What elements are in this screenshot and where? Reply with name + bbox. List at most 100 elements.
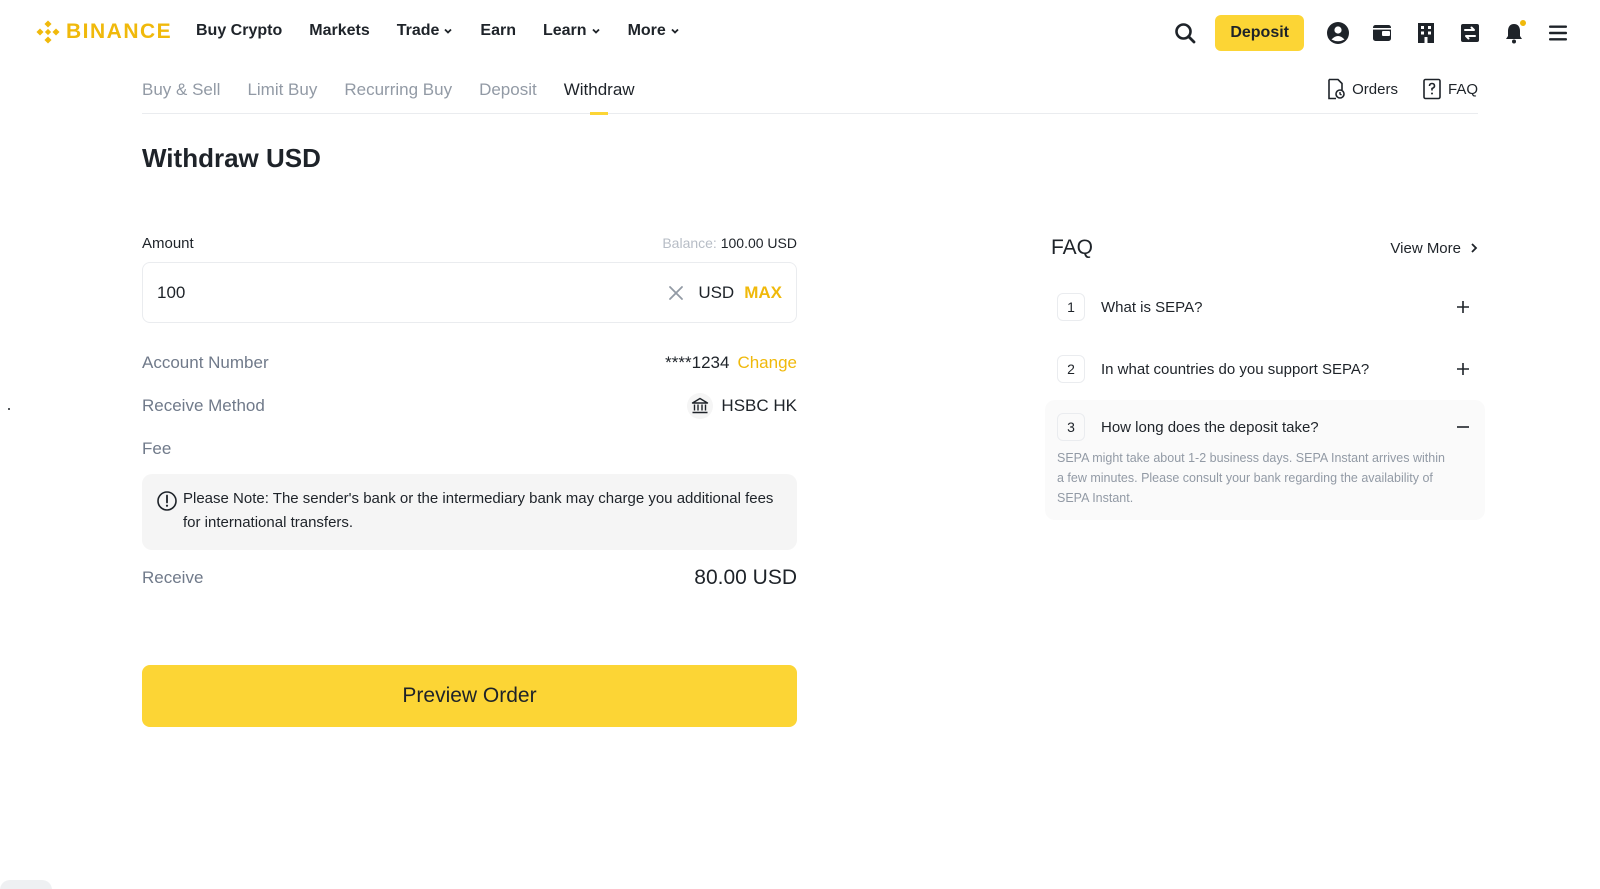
faq-number: 2 (1057, 355, 1085, 383)
faq-question: In what countries do you support SEPA? (1101, 360, 1370, 378)
receive-method-display: HSBC HK (687, 393, 797, 419)
nav-buy-crypto[interactable]: Buy Crypto (196, 22, 282, 40)
faq-item[interactable]: 1 What is SEPA? (1045, 278, 1485, 336)
menu-icon (1549, 25, 1567, 41)
clear-button[interactable] (664, 281, 688, 305)
fee-row: Fee (142, 436, 797, 462)
faq-title: FAQ (1051, 236, 1094, 259)
plus-icon (1457, 363, 1469, 375)
account-number-display: ****1234 Change (665, 353, 797, 373)
receive-label: Receive (142, 568, 204, 587)
top-navigation: BINANCE Buy Crypto Markets Trade Earn Le… (0, 0, 1600, 66)
user-icon (1327, 22, 1349, 44)
subnav-links: Orders FAQ (1326, 78, 1478, 100)
faq-question: What is SEPA? (1101, 298, 1203, 316)
brand-name: BINANCE (66, 20, 173, 43)
account-number-label: Account Number (142, 353, 269, 372)
info-icon (157, 491, 177, 511)
expand-button[interactable] (1453, 359, 1473, 379)
nav-label: Learn (542, 22, 587, 39)
faq-link[interactable]: FAQ (1422, 78, 1478, 100)
search-button[interactable] (1163, 15, 1207, 51)
balance-display: Balance: 100.00 USD (662, 235, 797, 251)
orders-label: Orders (1352, 80, 1398, 98)
receive-method-row: Receive Method HSBC HK (142, 393, 797, 419)
orders-icon (1328, 78, 1345, 100)
nav-earn[interactable]: Earn (480, 22, 516, 40)
menu-button[interactable] (1536, 15, 1580, 51)
search-icon (1175, 23, 1196, 44)
faq-header: FAQ View More (1045, 230, 1485, 266)
subnav: Buy & Sell Limit Buy Recurring Buy Depos… (142, 70, 1478, 114)
wallet-icon (1373, 25, 1391, 41)
amount-label: Amount (142, 234, 194, 252)
receive-method-label: Receive Method (142, 396, 265, 415)
receive-method-value: HSBC HK (721, 396, 797, 415)
fee-note: Please Note: The sender's bank or the in… (142, 474, 797, 550)
chevron-down-icon (671, 28, 679, 34)
bank-icon (687, 393, 714, 419)
collapse-button[interactable] (1453, 417, 1473, 437)
main-nav: Buy Crypto Markets Trade Earn Learn More (196, 22, 707, 40)
nav-trade[interactable]: Trade (397, 22, 454, 40)
faq-number: 3 (1057, 413, 1085, 441)
nav-learn[interactable]: Learn (543, 22, 601, 40)
transfer-icon (1461, 24, 1479, 42)
faq-question: How long does the deposit take? (1101, 418, 1319, 436)
nav-label: Trade (396, 22, 440, 39)
orders-link[interactable]: Orders (1326, 78, 1398, 100)
chevron-right-icon (1471, 243, 1478, 253)
change-account-button[interactable]: Change (737, 353, 797, 373)
tab-buy-sell[interactable]: Buy & Sell (142, 80, 220, 114)
nav-markets[interactable]: Markets (309, 22, 369, 40)
max-button[interactable]: MAX (744, 283, 782, 303)
preview-order-button[interactable]: Preview Order (142, 665, 797, 727)
faq-item-expanded: 3 How long does the deposit take? SEPA m… (1045, 400, 1485, 520)
account-number-row: Account Number ****1234 Change (142, 350, 797, 376)
transfer-button[interactable] (1448, 15, 1492, 51)
tab-withdraw[interactable]: Withdraw (564, 80, 635, 114)
faq-icon (1423, 78, 1441, 100)
building-button[interactable] (1404, 15, 1448, 51)
account-number-value: ****1234 (665, 353, 730, 372)
faq-panel: FAQ View More 1 What is SEPA? 2 In what … (1045, 230, 1485, 520)
nav-more[interactable]: More (628, 22, 680, 40)
tab-deposit[interactable]: Deposit (479, 80, 537, 114)
wallet-button[interactable] (1360, 15, 1404, 51)
faq-answer: SEPA might take about 1-2 business days.… (1057, 451, 1445, 505)
close-icon (669, 285, 684, 300)
expand-button[interactable] (1453, 297, 1473, 317)
balance-label: Balance: (662, 235, 717, 251)
faq-item[interactable]: 2 In what countries do you support SEPA? (1045, 340, 1485, 398)
plus-icon (1457, 301, 1469, 313)
tab-limit-buy[interactable]: Limit Buy (247, 80, 317, 114)
notification-dot (1520, 20, 1526, 26)
building-icon (1418, 23, 1434, 43)
faq-item[interactable]: 3 How long does the deposit take? (1045, 400, 1485, 454)
deposit-button[interactable]: Deposit (1215, 15, 1304, 51)
currency-label: USD (698, 282, 735, 302)
page-title: Withdraw USD (142, 143, 321, 173)
nav-label: Buy Crypto (196, 22, 283, 39)
view-more-link[interactable]: View More (1390, 240, 1479, 257)
nav-label: Earn (480, 22, 516, 39)
view-more-label: View More (1390, 239, 1461, 257)
tab-recurring-buy[interactable]: Recurring Buy (344, 80, 452, 114)
balance-value: 100.00 USD (720, 235, 797, 251)
amount-value[interactable]: 100 (157, 283, 664, 303)
binance-logo-icon (36, 20, 60, 44)
receive-row: Receive 80.00 USD (142, 564, 797, 592)
faq-label: FAQ (1447, 80, 1478, 98)
nav-label: Markets (309, 22, 370, 39)
subnav-tabs: Buy & Sell Limit Buy Recurring Buy Depos… (142, 80, 662, 114)
amount-input[interactable]: 100 USD MAX (142, 262, 797, 323)
fee-note-text: Please Note: The sender's bank or the in… (183, 490, 774, 531)
binance-logo[interactable]: BINANCE (36, 20, 172, 44)
fee-label: Fee (142, 439, 172, 458)
amount-header: Amount Balance: 100.00 USD (142, 233, 797, 253)
notifications-button[interactable] (1492, 15, 1536, 51)
chevron-down-icon (444, 28, 453, 34)
nav-label: More (627, 22, 666, 39)
receive-value: 80.00 USD (694, 566, 797, 589)
user-button[interactable] (1316, 15, 1360, 51)
